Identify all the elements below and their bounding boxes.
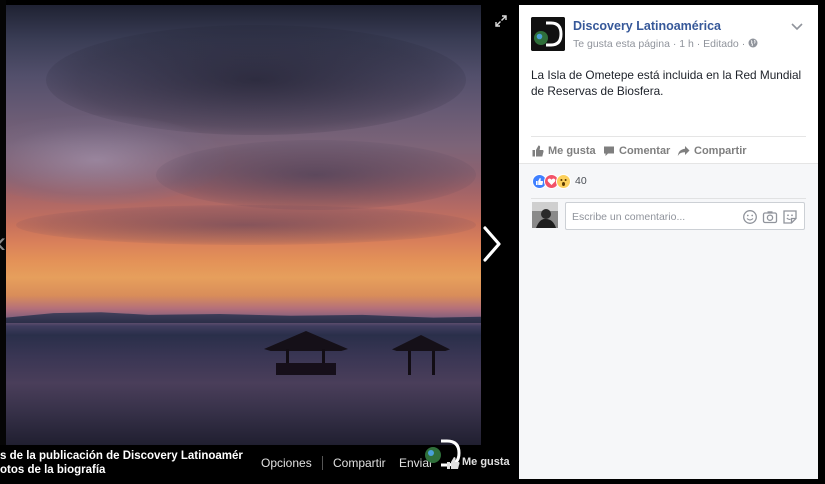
reaction-count[interactable]: 40: [575, 175, 587, 187]
thumbs-up-icon: [532, 145, 544, 157]
prev-arrow-icon[interactable]: ‹: [0, 228, 8, 262]
comment-box[interactable]: [565, 202, 805, 230]
divider: [531, 198, 806, 199]
reactions-comments-area: 40: [519, 163, 818, 479]
avatar: [532, 202, 558, 228]
comment-action-button[interactable]: Comentar: [603, 143, 670, 159]
photo-cloud: [156, 140, 476, 210]
page-avatar[interactable]: [531, 17, 565, 51]
options-button[interactable]: Opciones: [261, 456, 312, 470]
caption-album-subtitle[interactable]: otos de la biografía: [0, 464, 243, 476]
emoji-icon[interactable]: [742, 209, 758, 225]
expand-icon[interactable]: [494, 14, 508, 28]
page-name-link[interactable]: Discovery Latinoamérica: [573, 19, 721, 33]
comment-input[interactable]: [572, 209, 742, 225]
comment-action-label: Comentar: [619, 145, 671, 157]
post-meta-text: Te gusta esta página · 1 h · Editado ·: [573, 38, 749, 50]
share-arrow-icon: [677, 146, 690, 156]
thumbs-up-icon[interactable]: [446, 456, 460, 470]
photo-hut: [264, 331, 348, 375]
like-action-button[interactable]: Me gusta: [532, 143, 596, 159]
camera-icon[interactable]: [762, 209, 778, 225]
post-photo[interactable]: [6, 5, 481, 445]
panel-right-edge: [818, 0, 825, 484]
chevron-down-icon[interactable]: [791, 19, 803, 31]
post-panel: Discovery Latinoamérica Te gusta esta pá…: [519, 5, 818, 479]
share-action-button[interactable]: Compartir: [677, 143, 747, 159]
photo-hut: [392, 335, 450, 375]
divider: [322, 456, 323, 470]
sticker-icon[interactable]: [782, 209, 798, 225]
caption-album-title[interactable]: s de la publicación de Discovery Latinoa…: [0, 450, 243, 462]
globe-icon: [748, 38, 758, 48]
reaction-icons[interactable]: [532, 174, 576, 190]
post-meta: Te gusta esta página · 1 h · Editado ·: [573, 38, 758, 50]
share-action-label: Compartir: [694, 145, 747, 157]
divider: [531, 136, 806, 137]
wow-reaction-icon: [556, 174, 571, 189]
photo-cloud: [16, 205, 476, 245]
photo-viewer: ‹ s de la publicación de Discovery Latin…: [0, 0, 519, 484]
post-text: La Isla de Ometepe está incluida en la R…: [531, 68, 802, 98]
next-arrow-icon[interactable]: [478, 222, 506, 266]
comment-icon: [604, 146, 614, 156]
share-button[interactable]: Compartir: [333, 456, 386, 470]
like-action-label: Me gusta: [548, 145, 596, 157]
photo-mountains: [6, 312, 481, 323]
like-button[interactable]: Me gusta: [462, 456, 510, 468]
